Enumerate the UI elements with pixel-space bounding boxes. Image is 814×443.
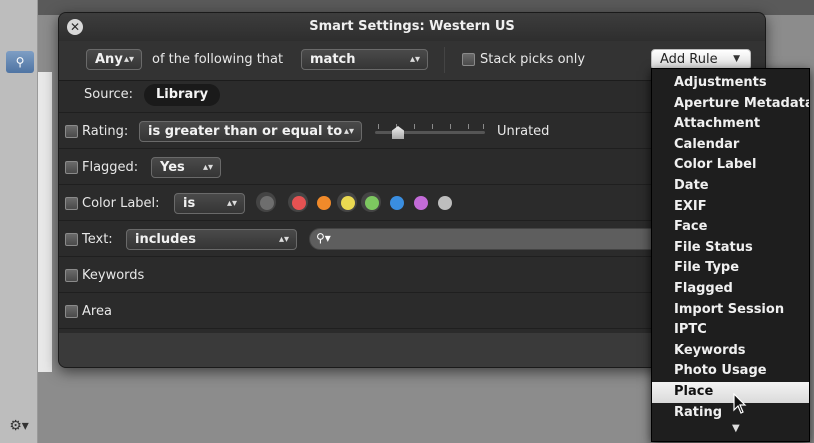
rating-slider-thumb[interactable] [392,126,404,139]
source-label: Source: [84,87,134,102]
stack-picks-checkbox[interactable] [462,53,475,66]
slider-tick [483,124,484,129]
any-popup-label: Any [95,52,123,67]
menu-item-face[interactable]: Face [652,217,809,238]
chevron-updown-icon: ▴▾ [343,126,354,137]
rating-label: Rating: [82,124,129,139]
chevron-updown-icon: ▴▾ [123,54,134,65]
match-popup[interactable]: match ▴▾ [301,49,428,70]
slider-tick [378,124,379,129]
menu-item-exif[interactable]: EXIF [652,197,809,218]
rating-operator-popup[interactable]: is greater than or equal to ▴▾ [139,121,362,142]
add-rule-label: Add Rule [660,52,718,67]
color-swatch-gray[interactable] [438,196,452,210]
flagged-popup[interactable]: Yes ▴▾ [151,157,221,178]
source-library-pill[interactable]: Library [144,84,221,106]
rating-value: Unrated [497,124,550,139]
chevron-down-icon: ▼ [733,54,740,64]
chevron-updown-icon: ▴▾ [409,54,420,65]
menu-item-iptc[interactable]: IPTC [652,320,809,341]
color-swatch-yellow[interactable] [337,192,357,212]
any-popup[interactable]: Any ▴▾ [86,49,142,70]
gear-icon[interactable]: ⚙▾ [6,416,32,436]
area-checkbox[interactable] [65,305,78,318]
menu-item-color-label[interactable]: Color Label [652,155,809,176]
keywords-checkbox[interactable] [65,269,78,282]
menu-item-import-session[interactable]: Import Session [652,300,809,321]
flagged-value: Yes [160,160,185,175]
stack-picks-label: Stack picks only [480,52,586,67]
slider-tick [468,124,469,129]
menu-item-calendar[interactable]: Calendar [652,135,809,156]
flagged-checkbox[interactable] [65,161,78,174]
slider-tick [432,124,433,129]
color-swatch-green[interactable] [361,192,381,212]
color-swatch-purple[interactable] [414,196,428,210]
menu-item-date[interactable]: Date [652,176,809,197]
scroll-down-arrow-icon[interactable]: ▼ [732,423,740,434]
add-rule-menu: Adjustments Aperture Metadata Attachment… [651,68,810,442]
slider-tick [414,124,415,129]
text-checkbox[interactable] [65,233,78,246]
menu-item-keywords[interactable]: Keywords [652,341,809,362]
color-label-checkbox[interactable] [65,197,78,210]
menu-item-place[interactable]: Place [652,382,809,403]
color-swatch-orange[interactable] [317,196,331,210]
text-label: Text: [82,232,113,247]
menu-item-attachment[interactable]: Attachment [652,114,809,135]
menu-item-rating[interactable]: Rating [652,403,809,424]
search-icon[interactable]: ⚲ [6,51,34,73]
library-sidebar: ⚲ ⚙▾ [0,0,38,443]
close-icon[interactable]: ✕ [67,19,83,35]
menu-item-file-type[interactable]: File Type [652,258,809,279]
color-operator-label: is [183,196,196,211]
search-icon[interactable]: ⚲▾ [316,231,331,245]
menu-item-flagged[interactable]: Flagged [652,279,809,300]
chevron-updown-icon: ▴▾ [278,234,289,245]
rating-checkbox[interactable] [65,125,78,138]
menu-item-aperture-metadata[interactable]: Aperture Metadata [652,94,809,115]
text-operator-popup[interactable]: includes ▴▾ [126,229,297,250]
add-rule-button[interactable]: Add Rule ▼ [651,49,751,70]
rating-operator-label: is greater than or equal to [148,124,343,139]
area-label: Area [82,304,112,319]
chevron-updown-icon: ▴▾ [226,198,237,209]
color-operator-popup[interactable]: is ▴▾ [174,193,245,214]
browser-strip [38,72,52,372]
color-swatch-red[interactable] [288,192,308,212]
slider-tick [450,124,451,129]
flagged-label: Flagged: [82,160,139,175]
hud-title: Smart Settings: Western US [59,13,765,41]
color-swatch-none[interactable] [256,192,276,212]
color-label-label: Color Label: [82,196,160,211]
mouse-pointer-icon [733,393,747,414]
text-operator-label: includes [135,232,196,247]
menu-item-file-status[interactable]: File Status [652,238,809,259]
color-swatch-blue[interactable] [390,196,404,210]
menu-item-photo-usage[interactable]: Photo Usage [652,361,809,382]
rating-slider-track[interactable] [375,131,485,134]
match-popup-label: match [310,52,356,67]
menu-item-adjustments[interactable]: Adjustments [652,73,809,94]
following-text: of the following that [152,52,284,67]
chevron-updown-icon: ▴▾ [202,162,213,173]
header-divider [444,47,445,73]
keywords-label: Keywords [82,268,145,283]
